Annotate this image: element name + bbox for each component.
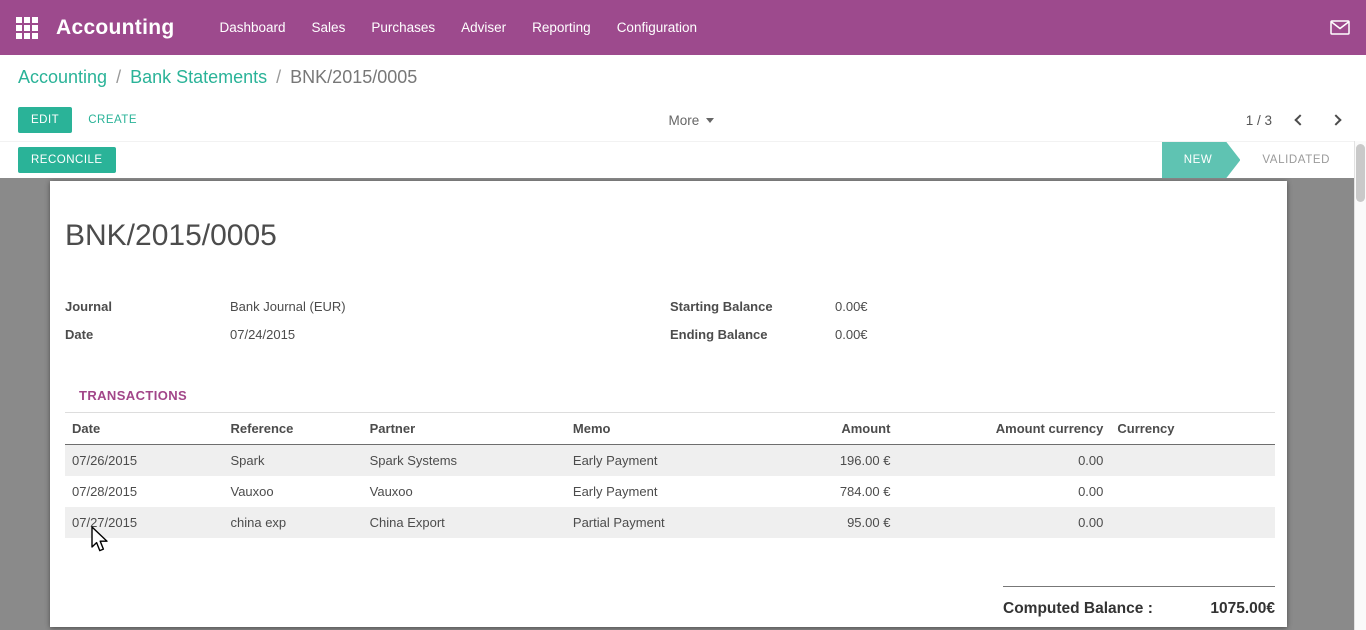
cell-amount-currency: 0.00 — [897, 507, 1110, 538]
scrollbar-thumb[interactable] — [1356, 144, 1365, 202]
reconcile-button[interactable]: RECONCILE — [18, 147, 116, 173]
nav-item-reporting[interactable]: Reporting — [519, 20, 604, 35]
statusbar-states: NEW VALIDATED — [1162, 142, 1352, 178]
pager-counter: 1 / 3 — [1246, 113, 1272, 128]
breadcrumb-accounting[interactable]: Accounting — [18, 67, 107, 88]
apps-grid-icon[interactable] — [16, 17, 38, 39]
transactions-table: Date Reference Partner Memo Amount Amoun… — [65, 413, 1275, 538]
cell-date: 07/26/2015 — [65, 445, 224, 477]
status-bar: RECONCILE NEW VALIDATED — [0, 141, 1366, 178]
cell-amount: 196.00 € — [734, 445, 897, 477]
column-header-amount-currency[interactable]: Amount currency — [897, 413, 1110, 445]
column-header-date[interactable]: Date — [65, 413, 224, 445]
computed-balance-label: Computed Balance : — [1003, 600, 1153, 618]
date-label: Date — [65, 327, 230, 342]
cell-partner: China Export — [363, 507, 566, 538]
field-group: Journal Bank Journal (EUR) Date 07/24/20… — [65, 299, 1275, 355]
cell-memo: Early Payment — [566, 445, 734, 477]
cell-currency — [1110, 476, 1275, 507]
cell-amount: 784.00 € — [734, 476, 897, 507]
record-sheet: BNK/2015/0005 Journal Bank Journal (EUR)… — [50, 181, 1287, 627]
computed-balance-value: 1075.00€ — [1210, 600, 1275, 618]
state-new[interactable]: NEW — [1162, 142, 1241, 178]
state-validated[interactable]: VALIDATED — [1240, 142, 1352, 178]
ending-balance-value: 0.00€ — [835, 327, 868, 342]
cell-currency — [1110, 445, 1275, 477]
column-header-memo[interactable]: Memo — [566, 413, 734, 445]
chevron-right-icon — [1330, 114, 1341, 125]
cell-memo: Partial Payment — [566, 507, 734, 538]
cell-partner: Vauxoo — [363, 476, 566, 507]
table-row[interactable]: 07/27/2015 china exp China Export Partia… — [65, 507, 1275, 538]
column-header-amount[interactable]: Amount — [734, 413, 897, 445]
nav-item-dashboard[interactable]: Dashboard — [207, 20, 299, 35]
table-header-row: Date Reference Partner Memo Amount Amoun… — [65, 413, 1275, 445]
cell-amount-currency: 0.00 — [897, 445, 1110, 477]
table-row[interactable]: 07/26/2015 Spark Spark Systems Early Pay… — [65, 445, 1275, 477]
starting-balance-value: 0.00€ — [835, 299, 868, 314]
form-view-background: BNK/2015/0005 Journal Bank Journal (EUR)… — [0, 178, 1366, 630]
transactions-section-header: TRANSACTIONS — [65, 387, 1275, 413]
vertical-scrollbar[interactable] — [1354, 141, 1366, 630]
column-header-partner[interactable]: Partner — [363, 413, 566, 445]
starting-balance-label: Starting Balance — [670, 299, 835, 314]
breadcrumb: Accounting / Bank Statements / BNK/2015/… — [0, 55, 1366, 99]
pager-next-button[interactable] — [1328, 112, 1344, 128]
messages-envelope-icon[interactable] — [1330, 20, 1350, 35]
cell-date: 07/27/2015 — [65, 507, 224, 538]
cell-currency — [1110, 507, 1275, 538]
breadcrumb-bank-statements[interactable]: Bank Statements — [130, 67, 267, 88]
cell-reference: china exp — [224, 507, 363, 538]
record-title: BNK/2015/0005 — [65, 219, 1275, 253]
control-bar: EDIT CREATE More 1 / 3 — [0, 99, 1366, 141]
pager: 1 / 3 — [1246, 112, 1344, 128]
breadcrumb-current-record: BNK/2015/0005 — [290, 67, 417, 88]
breadcrumb-separator: / — [276, 67, 281, 88]
transactions-section-title: TRANSACTIONS — [79, 388, 187, 403]
table-row[interactable]: 07/28/2015 Vauxoo Vauxoo Early Payment 7… — [65, 476, 1275, 507]
column-header-currency[interactable]: Currency — [1110, 413, 1275, 445]
top-navbar: Accounting Dashboard Sales Purchases Adv… — [0, 0, 1366, 55]
nav-item-adviser[interactable]: Adviser — [448, 20, 519, 35]
app-title: Accounting — [56, 16, 175, 40]
cell-reference: Spark — [224, 445, 363, 477]
computed-balance: Computed Balance : 1075.00€ — [1003, 586, 1275, 618]
chevron-down-icon — [706, 118, 714, 123]
nav-item-purchases[interactable]: Purchases — [358, 20, 448, 35]
edit-button[interactable]: EDIT — [18, 107, 72, 133]
nav-item-configuration[interactable]: Configuration — [604, 20, 710, 35]
cell-date: 07/28/2015 — [65, 476, 224, 507]
create-button[interactable]: CREATE — [88, 114, 137, 126]
journal-label: Journal — [65, 299, 230, 314]
cell-amount-currency: 0.00 — [897, 476, 1110, 507]
date-value: 07/24/2015 — [230, 327, 295, 342]
pager-previous-button[interactable] — [1292, 112, 1308, 128]
ending-balance-label: Ending Balance — [670, 327, 835, 342]
main-menu: Dashboard Sales Purchases Adviser Report… — [207, 20, 711, 35]
column-header-reference[interactable]: Reference — [224, 413, 363, 445]
breadcrumb-separator: / — [116, 67, 121, 88]
cell-amount: 95.00 € — [734, 507, 897, 538]
nav-item-sales[interactable]: Sales — [299, 20, 359, 35]
more-dropdown-button[interactable]: More — [668, 113, 714, 128]
cell-reference: Vauxoo — [224, 476, 363, 507]
chevron-left-icon — [1294, 114, 1305, 125]
journal-value: Bank Journal (EUR) — [230, 299, 346, 314]
cell-partner: Spark Systems — [363, 445, 566, 477]
more-dropdown-label: More — [668, 113, 699, 128]
cell-memo: Early Payment — [566, 476, 734, 507]
